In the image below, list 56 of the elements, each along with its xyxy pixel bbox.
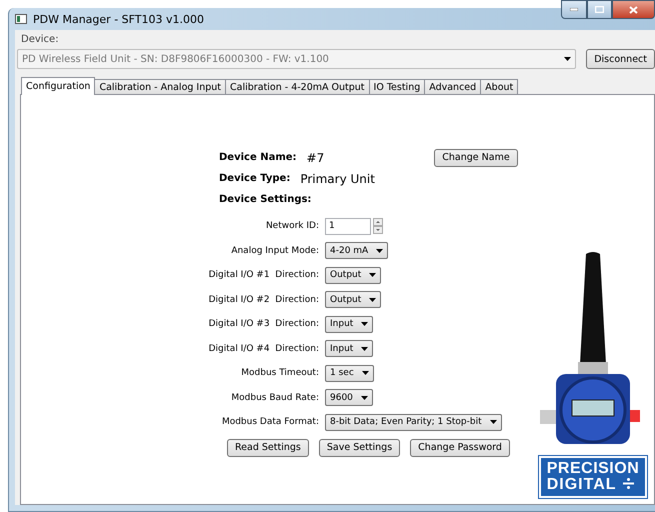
dropdown-caret-icon (490, 420, 497, 424)
minimize-icon (570, 8, 578, 11)
device-settings-heading: Device Settings: (219, 194, 312, 205)
maximize-button[interactable] (587, 0, 612, 19)
dropdown-caret-icon (361, 322, 368, 326)
setting-label: Network ID: (266, 221, 319, 232)
divide-sign-icon (622, 478, 634, 489)
dropdown-caret-icon (376, 248, 384, 253)
dropdown-caret-icon (564, 57, 572, 61)
action-button[interactable]: Read Settings (227, 438, 309, 456)
maximize-icon (595, 6, 604, 13)
setting-label: Digital I/O #2 Direction: (208, 294, 319, 305)
setting-dropdown[interactable]: 1 sec (325, 364, 374, 382)
dropdown-caret-icon (369, 298, 376, 302)
device-name-label: Device Name: (219, 152, 297, 163)
tab[interactable]: Configuration (21, 77, 96, 95)
setting-label: Digital I/O #1 Direction: (208, 270, 319, 280)
setting-label: Modbus Timeout: (241, 368, 319, 378)
change-name-button[interactable]: Change Name (434, 148, 518, 166)
window-title: PDW Manager - SFT103 v1.000 (33, 12, 204, 26)
dropdown-caret-icon (362, 371, 369, 376)
setting-label: Modbus Data Format: (222, 417, 319, 428)
dropdown-caret-icon (361, 396, 368, 400)
setting-dropdown[interactable]: Input (325, 316, 374, 333)
action-button[interactable]: Save Settings (318, 438, 400, 456)
company-logo: PRECISION DIGITAL (538, 456, 648, 498)
setting-dropdown[interactable]: Output (325, 291, 382, 308)
setting-label: Modbus Baud Rate: (231, 392, 319, 403)
dropdown-caret-icon (361, 346, 368, 351)
device-type-label: Device Type: (219, 173, 290, 184)
tab[interactable]: IO Testing (368, 79, 426, 95)
disconnect-button[interactable]: Disconnect (586, 49, 655, 69)
close-icon (629, 6, 638, 14)
app-icon (15, 14, 27, 24)
tab[interactable]: Calibration - 4-20mA Output (225, 79, 370, 95)
device-name-value: #7 (306, 150, 324, 164)
device-dropdown[interactable]: PD Wireless Field Unit - SN: D8F9806F16000300 - FW: v1.100 (17, 49, 576, 69)
device-type-value: Primary Unit (300, 172, 375, 186)
setting-dropdown[interactable]: Output (325, 266, 382, 284)
setting-dropdown[interactable]: 4-20 mA (325, 242, 388, 260)
minimize-button[interactable] (561, 0, 587, 19)
setting-label: Analog Input Mode: (231, 246, 319, 256)
device-label: Device: (20, 34, 60, 47)
tab[interactable]: Advanced (424, 79, 482, 95)
setting-dropdown[interactable]: 9600 (325, 389, 373, 406)
setting-dropdown[interactable]: 8-bit Data; Even Parity; 1 Stop-bit (325, 414, 502, 431)
setting-label: Digital I/O #3 Direction: (208, 319, 319, 330)
setting-dropdown[interactable]: Input (325, 340, 374, 358)
tab[interactable]: About (480, 79, 518, 95)
action-button[interactable]: Change Password (410, 438, 510, 456)
network-id-field[interactable]: 1 (325, 218, 371, 235)
close-button[interactable] (612, 0, 655, 19)
dropdown-caret-icon (369, 273, 376, 278)
tab[interactable]: Calibration - Analog Input (94, 79, 226, 95)
setting-label: Digital I/O #4 Direction: (208, 344, 319, 354)
spinner-arrows-icon[interactable] (373, 218, 383, 234)
